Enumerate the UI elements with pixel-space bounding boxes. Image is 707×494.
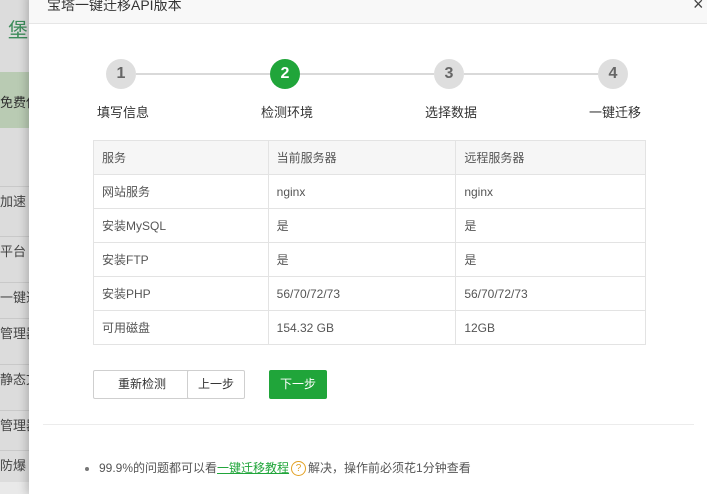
remote-value-cell: 是 [455, 242, 646, 277]
column-header: 当前服务器 [267, 140, 457, 175]
service-cell: 安装PHP [93, 276, 269, 311]
divider [43, 424, 694, 425]
local-value-cell: 154.32 GB [267, 310, 457, 345]
step-4-label: 一键迁移 [589, 105, 642, 120]
service-cell: 安装FTP [93, 242, 269, 277]
remote-value-cell: 12GB [455, 310, 646, 345]
step-1-circle: 1 [106, 59, 136, 89]
service-cell: 安装MySQL [93, 208, 269, 243]
local-value-cell: 是 [267, 242, 457, 277]
tip-suffix: 解决，操作前必须花1分钟查看 [308, 461, 471, 475]
step-3-circle: 3 [434, 59, 464, 89]
next-step-button[interactable]: 下一步 [269, 370, 327, 399]
help-tip: 99.9%的问题都可以看一键迁移教程? 解决，操作前必须花1分钟查看 [85, 459, 471, 477]
remote-value-cell: 56/70/72/73 [455, 276, 646, 311]
tutorial-link[interactable]: 一键迁移教程 [217, 461, 289, 475]
environment-table: 服务 当前服务器 远程服务器 网站服务 nginx nginx 安装MySQL … [93, 140, 646, 345]
prev-step-button[interactable]: 上一步 [187, 370, 245, 399]
tip-prefix: 99.9%的问题都可以看 [99, 461, 218, 475]
column-header: 服务 [93, 140, 269, 175]
table-row: 安装PHP 56/70/72/73 56/70/72/73 [93, 276, 646, 311]
table-row: 网站服务 nginx nginx [93, 174, 646, 209]
service-cell: 可用磁盘 [93, 310, 269, 345]
step-2-circle: 2 [270, 59, 300, 89]
step-1-label: 填写信息 [97, 105, 150, 120]
table-row: 安装FTP 是 是 [93, 242, 646, 277]
local-value-cell: 56/70/72/73 [267, 276, 457, 311]
step-4-circle: 4 [598, 59, 628, 89]
step-connector [464, 73, 598, 75]
remote-value-cell: nginx [455, 174, 646, 209]
table-row: 安装MySQL 是 是 [93, 208, 646, 243]
step-connector [300, 73, 434, 75]
table-row: 可用磁盘 154.32 GB 12GB [93, 310, 646, 345]
bg-menu-label: 加速 [0, 194, 27, 209]
step-indicator: 1 2 3 4 填写信息 检测环境 选择数据 一键迁移 [29, 0, 707, 134]
column-header: 远程服务器 [455, 140, 646, 175]
step-connector [136, 73, 270, 75]
help-question-icon[interactable]: ? [291, 461, 307, 477]
step-3-label: 选择数据 [425, 105, 478, 120]
recheck-button[interactable]: 重新检测 [93, 370, 191, 399]
bg-menu-label: 防爆 [0, 458, 27, 473]
step-2-label: 检测环境 [261, 105, 314, 120]
table-header-row: 服务 当前服务器 远程服务器 [93, 140, 646, 175]
brand-logo-text: 堡 [8, 20, 28, 42]
migration-dialog: 宝塔一键迁移API版本 × 1 2 3 4 填写信息 检测环境 选择数据 一键迁… [29, 0, 707, 494]
local-value-cell: 是 [267, 208, 457, 243]
local-value-cell: nginx [267, 174, 457, 209]
bullet-icon [85, 466, 89, 471]
service-cell: 网站服务 [93, 174, 269, 209]
remote-value-cell: 是 [455, 208, 646, 243]
bg-menu-label: 平台 [0, 244, 27, 259]
